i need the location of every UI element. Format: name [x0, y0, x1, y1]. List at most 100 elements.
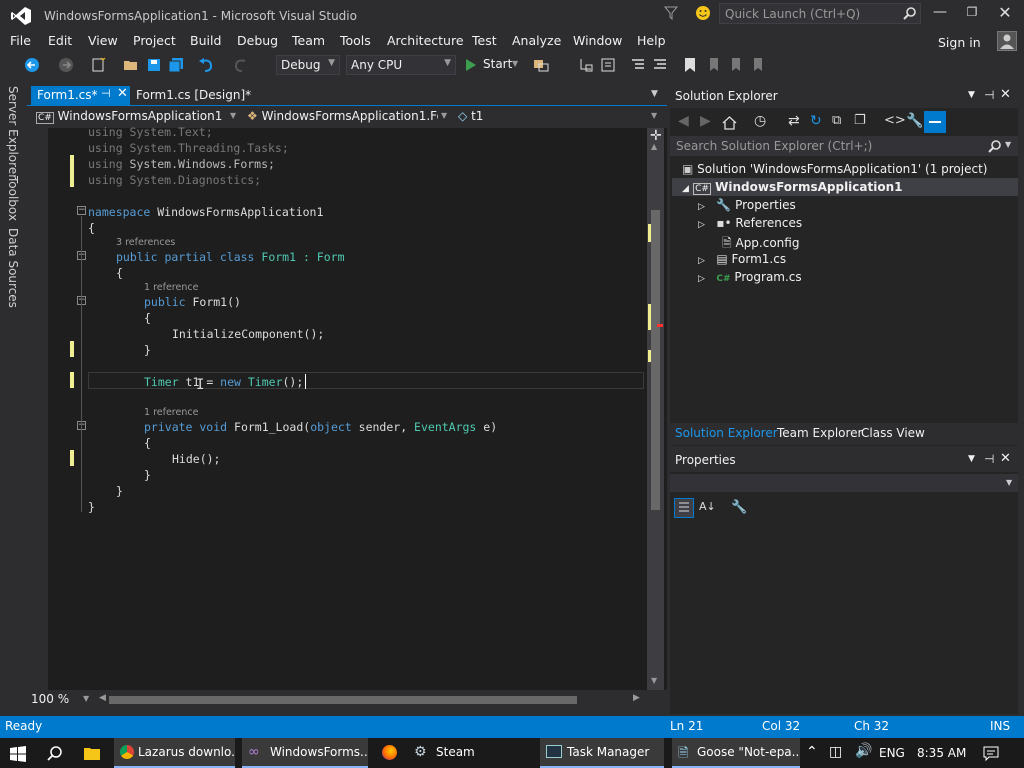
redo-icon[interactable]: [233, 57, 249, 73]
taskbar-app-chrome[interactable]: Lazarus downlo...: [114, 738, 235, 768]
tab-form1-cs[interactable]: Form1.cs* ⊣ ✕: [31, 86, 130, 105]
taskbar-app-task-manager[interactable]: Task Manager: [540, 738, 664, 768]
filter-icon[interactable]: [664, 6, 678, 20]
zoom-dropdown[interactable]: 100 % ▼: [31, 692, 93, 708]
data-sources-tab[interactable]: Data Sources: [6, 228, 20, 308]
tab-solution-explorer[interactable]: Solution Explorer: [675, 426, 778, 440]
solution-platform-dropdown[interactable]: Any CPU ▼: [346, 55, 456, 75]
menu-view[interactable]: View: [88, 33, 118, 48]
toolbox-tab[interactable]: Toolbox: [6, 176, 20, 221]
account-avatar-icon[interactable]: [997, 31, 1017, 51]
step-into-icon[interactable]: [578, 57, 594, 73]
taskbar-app-visual-studio[interactable]: ∞ WindowsForms...: [242, 738, 368, 768]
menu-file[interactable]: File: [10, 33, 31, 48]
close-button[interactable]: ✕: [995, 3, 1015, 23]
comment-lines-icon[interactable]: [630, 57, 646, 73]
menu-help[interactable]: Help: [637, 33, 666, 48]
scroll-left-icon[interactable]: ◀: [99, 693, 106, 703]
tree-project[interactable]: ◢ C# WindowsFormsApplication1: [682, 180, 903, 195]
action-center-icon[interactable]: [983, 746, 999, 761]
taskbar-search-icon[interactable]: [47, 746, 62, 761]
quick-launch-input[interactable]: Quick Launch (Ctrl+Q): [719, 3, 921, 24]
codelens-references[interactable]: 1 reference: [144, 282, 198, 293]
refresh-icon[interactable]: ↻: [810, 113, 822, 129]
scroll-up-icon[interactable]: ▲: [651, 142, 657, 151]
property-pages-wrench-icon[interactable]: 🔧: [731, 500, 747, 515]
network-icon[interactable]: ◫: [829, 744, 842, 760]
file-explorer-icon[interactable]: [83, 745, 101, 761]
navigate-back-icon[interactable]: [24, 57, 40, 73]
back-icon[interactable]: ◀: [678, 113, 689, 129]
codelens-references[interactable]: 1 reference: [144, 407, 198, 418]
tree-item-form1-cs[interactable]: ▷ ▤ Form1.cs: [698, 252, 786, 266]
properties-wrench-icon[interactable]: 🔧: [906, 113, 923, 129]
menu-architecture[interactable]: Architecture: [387, 33, 464, 48]
collapsed-arrow-icon[interactable]: ▷: [698, 202, 705, 212]
minimize-button[interactable]: —: [930, 4, 950, 24]
horizontal-scroll-thumb[interactable]: [109, 696, 577, 704]
sign-in-link[interactable]: Sign in: [938, 35, 981, 50]
taskbar-app-firefox[interactable]: [376, 738, 404, 768]
start-debugging-button[interactable]: Start ▼: [462, 55, 524, 75]
collapse-all-icon[interactable]: ⧉: [832, 113, 841, 128]
navigate-forward-icon[interactable]: [58, 57, 74, 73]
show-hidden-icons-chevron-icon[interactable]: ⌃: [806, 744, 818, 760]
step-over-icon[interactable]: [600, 57, 616, 73]
sync-active-document-icon[interactable]: ⇄: [788, 113, 800, 129]
pin-icon[interactable]: ⊣: [101, 87, 111, 100]
vertical-scrollbar[interactable]: ✛ ▲ ▼: [647, 128, 664, 690]
uncomment-lines-icon[interactable]: [652, 57, 668, 73]
save-all-icon[interactable]: [168, 57, 184, 73]
menu-edit[interactable]: Edit: [48, 33, 72, 48]
pin-icon[interactable]: ⊣: [984, 88, 994, 102]
menu-window[interactable]: Window: [573, 33, 622, 48]
feedback-smiley-icon[interactable]: [695, 5, 711, 21]
server-explorer-tab[interactable]: Server Explorer: [6, 86, 20, 179]
tab-overflow-chevron-icon[interactable]: ▼: [651, 89, 658, 99]
bookmark-icon[interactable]: [682, 57, 698, 73]
close-panel-icon[interactable]: ✕: [1000, 451, 1011, 466]
expanded-arrow-icon[interactable]: ◢: [682, 184, 689, 194]
tree-solution[interactable]: ▣ Solution 'WindowsFormsApplication1' (1…: [682, 162, 987, 176]
attach-process-icon[interactable]: [533, 57, 549, 73]
scroll-thumb[interactable]: [651, 210, 660, 510]
menu-project[interactable]: Project: [133, 33, 176, 48]
collapsed-arrow-icon[interactable]: ▷: [698, 256, 705, 266]
forward-icon[interactable]: ▶: [700, 113, 711, 129]
save-icon[interactable]: [146, 57, 162, 73]
tab-class-view[interactable]: Class View: [861, 426, 925, 440]
collapse-namespace-icon[interactable]: −: [77, 206, 86, 215]
menu-analyze[interactable]: Analyze: [512, 33, 561, 48]
volume-icon[interactable]: 🔊: [855, 743, 872, 759]
next-bookmark-icon[interactable]: [727, 57, 743, 73]
home-icon[interactable]: [722, 115, 737, 130]
open-folder-icon[interactable]: [123, 57, 139, 73]
tree-item-program-cs[interactable]: ▷ C# Program.cs: [698, 270, 802, 284]
tab-form1-design[interactable]: Form1.cs [Design]*: [130, 86, 280, 105]
alphabetical-view-icon[interactable]: A↓: [699, 500, 716, 513]
tree-item-properties[interactable]: ▷ 🔧 Properties: [698, 198, 796, 212]
menu-debug[interactable]: Debug: [237, 33, 278, 48]
input-language[interactable]: ENG: [879, 746, 905, 760]
pending-changes-filter-icon[interactable]: ◷: [754, 113, 766, 129]
class-dropdown[interactable]: ❖ WindowsFormsApplication1.Form1: [243, 108, 438, 126]
member-dropdown[interactable]: ◇ t1: [454, 108, 649, 126]
close-panel-icon[interactable]: ✕: [1000, 87, 1011, 102]
panel-menu-chevron-icon[interactable]: ▼: [968, 454, 975, 464]
panel-menu-chevron-icon[interactable]: ▼: [968, 90, 975, 100]
tab-team-explorer[interactable]: Team Explorer: [777, 426, 863, 440]
codelens-references[interactable]: 3 references: [116, 237, 175, 248]
new-project-icon[interactable]: [90, 57, 106, 73]
menu-test[interactable]: Test: [472, 33, 497, 48]
close-tab-icon[interactable]: ✕: [117, 86, 128, 101]
menu-build[interactable]: Build: [190, 33, 221, 48]
clock[interactable]: 8:35 AM: [917, 746, 966, 760]
project-dropdown[interactable]: C# WindowsFormsApplication1: [32, 108, 240, 126]
menu-tools[interactable]: Tools: [340, 33, 371, 48]
view-code-icon[interactable]: <>: [884, 113, 906, 128]
undo-icon[interactable]: [198, 57, 214, 73]
solution-configuration-dropdown[interactable]: Debug ▼: [276, 55, 340, 75]
scroll-down-icon[interactable]: ▼: [651, 676, 657, 685]
categorized-view-icon[interactable]: [674, 498, 694, 518]
taskbar-app-notepad[interactable]: 🗎 Goose "Not-epa...: [672, 738, 800, 768]
